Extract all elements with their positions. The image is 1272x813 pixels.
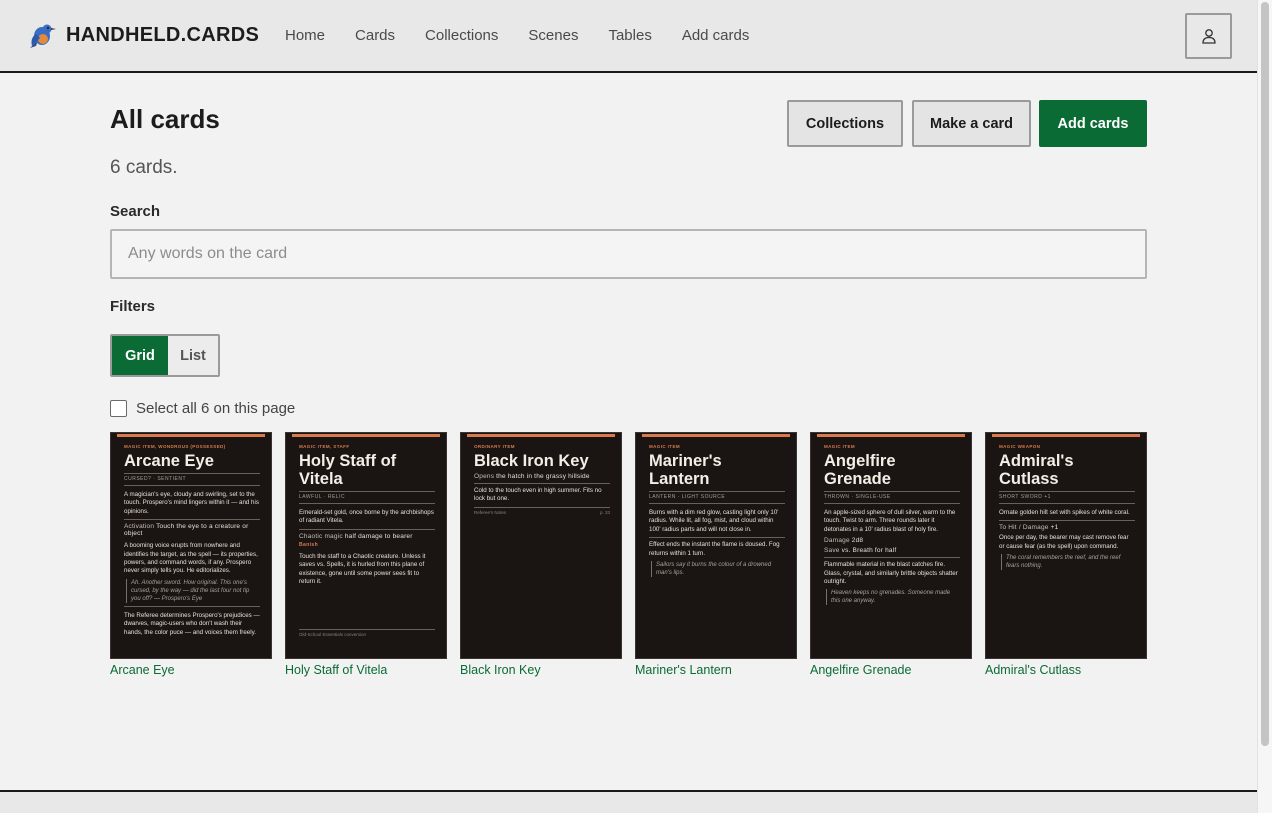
card-tags: Cursed? · Sentient (124, 476, 187, 482)
card-link[interactable]: Angelfire Grenade (810, 663, 911, 677)
card-category: Magic item (824, 444, 855, 449)
card-category: Magic weapon (999, 444, 1041, 449)
scrollbar-thumb[interactable] (1261, 2, 1269, 746)
card-category: Magic item (649, 444, 680, 449)
card-text: Burns with a dim red glow, casting light… (649, 509, 779, 533)
nav-cards[interactable]: Cards (355, 27, 395, 44)
nav-tables[interactable]: Tables (608, 27, 651, 44)
card-property: Damage 2d8 (824, 537, 864, 545)
card-title: Admiral's Cutlass (999, 452, 1074, 488)
select-all-label[interactable]: Select all 6 on this page (136, 400, 295, 417)
card-title: Holy Staff of Vitela (299, 452, 397, 488)
card-accent-bar (117, 434, 265, 437)
filters-label[interactable]: Filters (110, 298, 155, 315)
card-thumbnail[interactable]: Magic weapon Admiral's Cutlass Short swo… (985, 432, 1147, 659)
top-navbar: HANDHELD.CARDS Home Cards Collections Sc… (0, 0, 1257, 73)
card-text: A magician's eye, cloudy and swirling, s… (124, 491, 259, 515)
card-text: Cold to the touch even in high summer. F… (474, 487, 602, 503)
card-link[interactable]: Black Iron Key (460, 663, 541, 677)
list-view-button[interactable]: List (168, 336, 218, 375)
card-link[interactable]: Holy Staff of Vitela (285, 663, 387, 677)
main-nav: Home Cards Collections Scenes Tables Add… (285, 27, 779, 44)
card-text: An apple-sized sphere of dull silver, wa… (824, 509, 956, 533)
search-label: Search (110, 203, 161, 220)
card-category: Ordinary item (474, 444, 515, 449)
card-quote: Heaven keeps no grenades. Someone made t… (826, 589, 960, 606)
card-text: Effect ends the instant the flame is dou… (649, 541, 780, 557)
card-accent-bar (467, 434, 615, 437)
card-accent-bar (642, 434, 790, 437)
page-footer (0, 790, 1257, 813)
card-link[interactable]: Mariner's Lantern (635, 663, 732, 677)
bluebird-logo-icon[interactable] (26, 20, 58, 52)
card-thumbnail[interactable]: Magic item Mariner's Lantern Lantern · L… (635, 432, 797, 659)
card-ability: Banish (299, 541, 319, 548)
card-tags: Lawful · Relic (299, 494, 346, 500)
card-thumbnail[interactable]: Ordinary item Black Iron Key Opens the h… (460, 432, 622, 659)
card-thumbnail[interactable]: Magic item, wondrous (possessed) Arcane … (110, 432, 272, 659)
card-title: Arcane Eye (124, 452, 214, 470)
card-accent-bar (992, 434, 1140, 437)
nav-collections[interactable]: Collections (425, 27, 498, 44)
card-property: Save vs. Breath for half (824, 547, 897, 555)
view-toggle: Grid List (110, 334, 220, 377)
card-property: Opens the hatch in the grassy hillside (474, 473, 590, 480)
card-quote: Sailors say it burns the colour of a dro… (651, 561, 785, 578)
user-menu-button[interactable] (1185, 13, 1232, 59)
card-tags: Thrown · Single-use (824, 494, 891, 500)
card-quote: The coral remembers the reef, and the re… (1001, 554, 1135, 571)
card-link[interactable]: Admiral's Cutlass (985, 663, 1081, 677)
card-category: Magic item, wondrous (possessed) (124, 444, 226, 449)
user-icon (1201, 29, 1216, 44)
nav-home[interactable]: Home (285, 27, 325, 44)
card-text: Flammable material in the blast catches … (824, 561, 958, 586)
card-link[interactable]: Arcane Eye (110, 663, 175, 677)
nav-scenes[interactable]: Scenes (528, 27, 578, 44)
card-tags: Lantern · Light source (649, 494, 726, 500)
card-text: Once per day, the bearer may cast remove… (999, 534, 1129, 550)
collections-button[interactable]: Collections (787, 100, 903, 147)
card-title: Mariner's Lantern (649, 452, 722, 488)
card-property: Activation Touch the eye to a creature o… (124, 523, 249, 538)
card-footer: Referee's Notes p. 33 (474, 509, 610, 515)
card-text: Emerald-set gold, once borne by the arch… (299, 509, 434, 525)
card-accent-bar (292, 434, 440, 437)
add-cards-button[interactable]: Add cards (1039, 100, 1147, 147)
card-tags: Short sword +1 (999, 494, 1051, 500)
card-property: Chaotic magic half damage to bearer (299, 532, 413, 540)
card-text: A booming voice erupts from nowhere and … (124, 542, 258, 575)
card-title: Black Iron Key (474, 452, 589, 470)
select-all-checkbox[interactable] (110, 400, 127, 417)
card-footer: Old-School Essentials conversion (299, 632, 367, 638)
card-text: Ornate golden hilt set with spikes of wh… (999, 509, 1130, 516)
card-title: Angelfire Grenade (824, 452, 896, 488)
card-category: Magic item, staff (299, 444, 350, 449)
nav-add-cards[interactable]: Add cards (682, 27, 750, 44)
card-thumbnail[interactable]: Magic item Angelfire Grenade Thrown · Si… (810, 432, 972, 659)
brand-link[interactable]: HANDHELD.CARDS (66, 24, 259, 47)
grid-view-button[interactable]: Grid (112, 336, 168, 375)
card-quote: Ah. Another sword. How original. This on… (126, 578, 260, 603)
page-title: All cards (110, 104, 220, 134)
search-input[interactable] (110, 229, 1147, 279)
make-card-button[interactable]: Make a card (912, 100, 1031, 147)
card-thumbnail[interactable]: Magic item, staff Holy Staff of Vitela L… (285, 432, 447, 659)
card-text: Touch the staff to a Chaotic creature. U… (299, 552, 426, 586)
card-count: 6 cards. (110, 157, 178, 178)
card-text: The Referee determines Prospero's prejud… (124, 611, 260, 636)
card-property: To Hit / Damage +1 (999, 524, 1059, 532)
card-accent-bar (817, 434, 965, 437)
